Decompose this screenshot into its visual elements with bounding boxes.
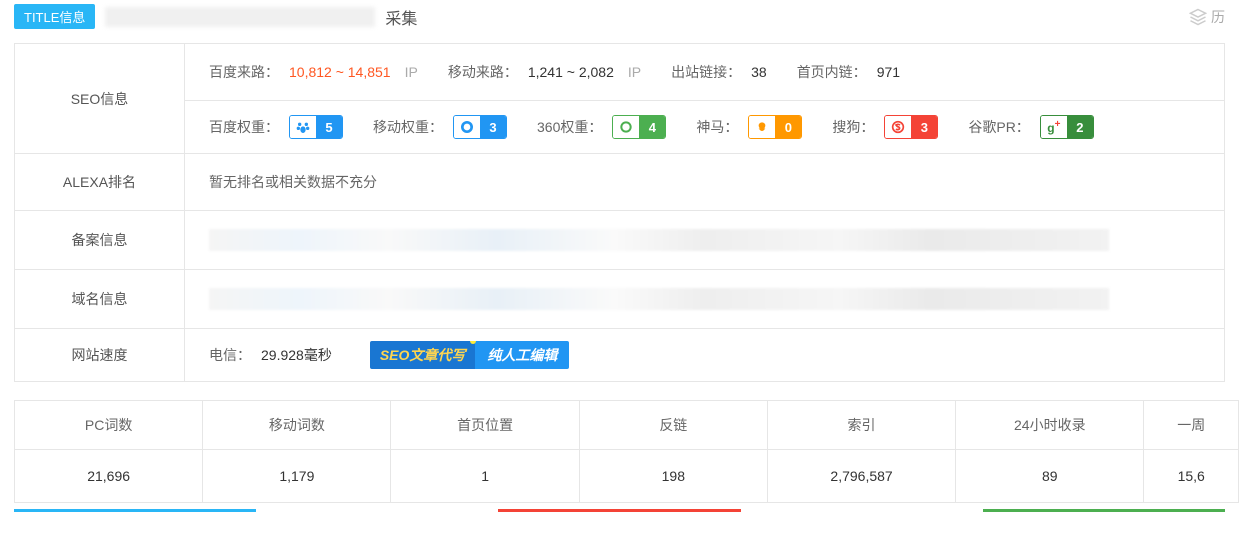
- stats-col-24h[interactable]: 24小时收录 89: [956, 401, 1144, 503]
- row-beian: 备案信息: [15, 211, 1224, 270]
- promo-badge[interactable]: SEO文章代写 纯人工编辑: [370, 341, 570, 369]
- seo-weight-row: 百度权重： 5 移动权重： 3 360权重：: [185, 100, 1224, 153]
- header-row: TITLE信息 采集 历: [0, 0, 1239, 33]
- shenma-weight-badge[interactable]: 0: [748, 115, 802, 139]
- info-table: SEO信息 百度来路： 10,812 ~ 14,851 IP 移动来路： 1,2…: [14, 43, 1225, 382]
- stats-col-week[interactable]: 一周 15,6: [1144, 401, 1239, 503]
- row-speed: 网站速度 电信： 29.928毫秒 SEO文章代写 纯人工编辑: [15, 329, 1224, 381]
- weight-360: 360权重： 4: [537, 115, 666, 139]
- beian-content: [185, 211, 1224, 269]
- 360-weight-badge[interactable]: 4: [612, 115, 666, 139]
- stats-col-mobile[interactable]: 移动词数 1,179: [203, 401, 391, 503]
- metric-inlinks: 首页内链： 971: [797, 62, 900, 82]
- beian-blurred: [209, 229, 1109, 251]
- domain-blurred: [209, 288, 1109, 310]
- row-seo: SEO信息 百度来路： 10,812 ~ 14,851 IP 移动来路： 1,2…: [15, 44, 1224, 154]
- stats-table: PC词数 21,696 移动词数 1,179 首页位置 1 反链 198 索引 …: [14, 400, 1239, 503]
- alexa-value: 暂无排名或相关数据不充分: [209, 172, 377, 192]
- alexa-content: 暂无排名或相关数据不充分: [185, 154, 1224, 210]
- domain-content: [185, 270, 1224, 328]
- google-pr-badge[interactable]: g+ 2: [1040, 115, 1094, 139]
- baidu-weight-badge[interactable]: 5: [289, 115, 343, 139]
- baidu-mobile-icon: [459, 119, 475, 135]
- header-right-text: 历: [1211, 7, 1225, 27]
- weight-google: 谷歌PR： g+ 2: [968, 115, 1093, 139]
- weight-shenma: 神马： 0: [696, 115, 802, 139]
- speed-content: 电信： 29.928毫秒 SEO文章代写 纯人工编辑: [185, 329, 1224, 381]
- weight-sogou: 搜狗： 3: [832, 115, 938, 139]
- sogou-weight-badge[interactable]: 3: [884, 115, 938, 139]
- stats-col-backlinks[interactable]: 反链 198: [580, 401, 768, 503]
- shenma-icon: [754, 119, 770, 135]
- mobile-weight-badge[interactable]: 3: [453, 115, 507, 139]
- title-blurred-text: [105, 7, 375, 27]
- label-speed: 网站速度: [15, 329, 185, 381]
- title-info-badge: TITLE信息: [14, 4, 95, 29]
- label-seo: SEO信息: [15, 44, 185, 153]
- weight-mobile: 移动权重： 3: [373, 115, 507, 139]
- weight-baidu: 百度权重： 5: [209, 115, 343, 139]
- stack-icon: [1189, 8, 1207, 26]
- stats-col-index[interactable]: 索引 2,796,587: [768, 401, 956, 503]
- title-suffix: 采集: [385, 5, 417, 29]
- stats-col-homepos[interactable]: 首页位置 1: [391, 401, 579, 503]
- 360-icon: [618, 119, 634, 135]
- stats-col-pc[interactable]: PC词数 21,696: [15, 401, 203, 503]
- row-alexa: ALEXA排名 暂无排名或相关数据不充分: [15, 154, 1224, 211]
- baidu-paw-icon: [295, 119, 311, 135]
- seo-content: 百度来路： 10,812 ~ 14,851 IP 移动来路： 1,241 ~ 2…: [185, 44, 1224, 153]
- label-domain: 域名信息: [15, 270, 185, 328]
- metric-baidu-traffic: 百度来路： 10,812 ~ 14,851 IP: [209, 62, 418, 82]
- sogou-icon: [890, 119, 906, 135]
- metric-mobile-traffic: 移动来路： 1,241 ~ 2,082 IP: [448, 62, 641, 82]
- speed-metric: 电信： 29.928毫秒: [209, 345, 332, 365]
- label-alexa: ALEXA排名: [15, 154, 185, 210]
- row-domain: 域名信息: [15, 270, 1224, 329]
- google-g-icon: g+: [1047, 119, 1060, 135]
- seo-traffic-row: 百度来路： 10,812 ~ 14,851 IP 移动来路： 1,241 ~ 2…: [185, 44, 1224, 100]
- bottom-color-bars: [14, 509, 1225, 512]
- label-beian: 备案信息: [15, 211, 185, 269]
- metric-outbound: 出站链接： 38: [671, 62, 767, 82]
- header-right-action[interactable]: 历: [1189, 7, 1225, 27]
